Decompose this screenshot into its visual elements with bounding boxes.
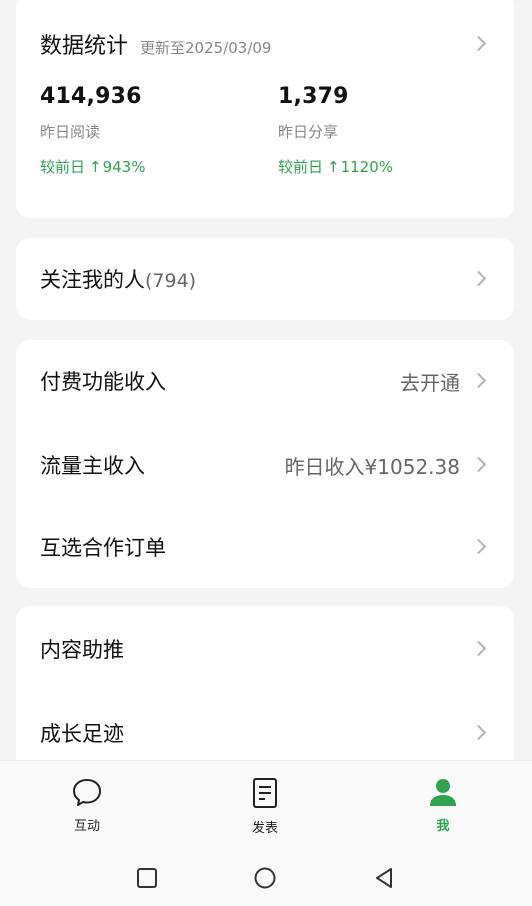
stat-change-prefix: 较前日 bbox=[40, 158, 86, 176]
stat-change-value: 943% bbox=[102, 158, 146, 176]
chevron-right-icon bbox=[470, 538, 487, 555]
nav-label: 发表 bbox=[251, 821, 278, 836]
chevron-right-icon bbox=[470, 724, 487, 741]
followers-row[interactable]: 关注我的人(794) bbox=[16, 238, 514, 320]
row-label: 付费功能收入 bbox=[40, 370, 166, 394]
stat-change: 较前日 ↑943% bbox=[40, 156, 145, 177]
stat-value: 414,936 bbox=[40, 84, 142, 109]
stat-shares: 1,379 昨日分享 较前日 ↑1120% bbox=[278, 84, 393, 177]
stat-change-value: 1120% bbox=[340, 158, 394, 176]
followers-label-text: 关注我的人 bbox=[40, 268, 145, 292]
row-label: 成长足迹 bbox=[40, 722, 124, 746]
row-label: 内容助推 bbox=[40, 638, 124, 662]
chat-bubble-icon bbox=[73, 779, 101, 806]
stat-value: 1,379 bbox=[278, 84, 349, 109]
stat-change-prefix: 较前日 bbox=[278, 158, 324, 176]
row-label: 互选合作订单 bbox=[40, 536, 166, 560]
row-label: 流量主收入 bbox=[40, 454, 145, 478]
stats-header: 数据统计 更新至2025/03/09 bbox=[40, 28, 271, 60]
nav-item-interact[interactable]: 互动 bbox=[47, 777, 127, 834]
followers-card: 关注我的人(794) bbox=[16, 238, 514, 320]
chevron-right-icon bbox=[470, 372, 487, 389]
arrow-up-icon: ↑ bbox=[89, 158, 102, 176]
chevron-right-icon bbox=[470, 270, 487, 287]
recent-apps-icon[interactable] bbox=[135, 866, 159, 890]
traffic-owner-income-row[interactable]: 流量主收入 昨日收入¥1052.38 bbox=[16, 424, 514, 506]
stat-reads: 414,936 昨日阅读 较前日 ↑943% bbox=[40, 84, 145, 177]
mutual-cooperation-orders-row[interactable]: 互选合作订单 bbox=[16, 506, 514, 588]
home-icon[interactable] bbox=[253, 866, 277, 890]
row-value: 昨日收入¥1052.38 bbox=[284, 454, 460, 479]
chevron-right-icon bbox=[470, 456, 487, 473]
chevron-right-icon bbox=[470, 640, 487, 657]
nav-label: 我 bbox=[436, 819, 450, 834]
followers-count: (794) bbox=[145, 270, 197, 292]
paid-feature-income-row[interactable]: 付费功能收入 去开通 bbox=[16, 340, 514, 422]
stats-title: 数据统计 bbox=[40, 34, 129, 59]
stat-label: 昨日阅读 bbox=[40, 123, 101, 141]
stat-label: 昨日分享 bbox=[278, 123, 339, 141]
income-card: 付费功能收入 去开通 流量主收入 昨日收入¥1052.38 互选合作订单 bbox=[16, 340, 514, 588]
followers-label: 关注我的人(794) bbox=[40, 264, 196, 294]
nav-item-publish[interactable]: 发表 bbox=[225, 777, 305, 836]
nav-item-me[interactable]: 我 bbox=[403, 777, 483, 834]
person-icon bbox=[430, 779, 456, 806]
back-icon[interactable] bbox=[372, 866, 396, 890]
stat-change: 较前日 ↑1120% bbox=[278, 156, 393, 177]
system-nav-bar bbox=[0, 862, 532, 896]
row-value: 去开通 bbox=[400, 370, 460, 395]
content-boost-row[interactable]: 内容助推 bbox=[16, 608, 514, 690]
chevron-right-icon bbox=[470, 35, 487, 52]
stats-updated-date: 更新至2025/03/09 bbox=[140, 39, 272, 57]
arrow-up-icon: ↑ bbox=[327, 158, 340, 176]
nav-label: 互动 bbox=[73, 819, 100, 834]
data-stats-card[interactable]: 数据统计 更新至2025/03/09 414,936 昨日阅读 较前日 ↑943%… bbox=[16, 0, 514, 218]
document-icon bbox=[253, 778, 277, 808]
